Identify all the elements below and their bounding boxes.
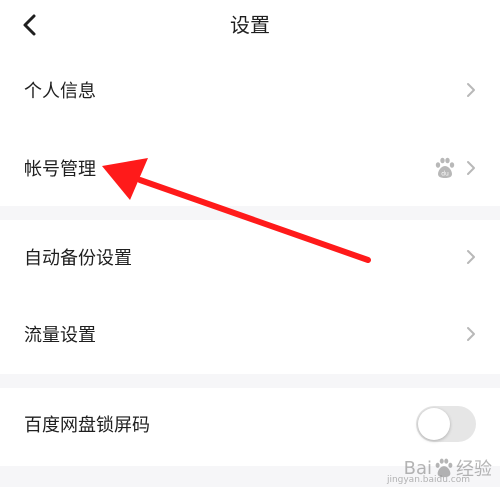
settings-item-auto-backup[interactable]: 自动备份设置	[0, 227, 500, 287]
settings-item-label: 百度网盘锁屏码	[24, 415, 150, 436]
chevron-right-icon	[467, 83, 475, 97]
settings-item-personal-info[interactable]: 个人信息	[0, 60, 500, 120]
header: 设置	[0, 0, 500, 50]
section-separator	[0, 374, 500, 388]
settings-item-label: 个人信息	[24, 81, 96, 102]
chevron-right-icon	[467, 250, 475, 264]
settings-item-account-management[interactable]: 帐号管理 du	[0, 138, 500, 198]
settings-item-label: 流量设置	[24, 325, 96, 346]
watermark-url: jingyan.baidu.com	[386, 475, 470, 485]
settings-screen: 设置 个人信息 帐号管理 du 自动备份设置 流量设置 百度网盘锁屏码 Bai …	[0, 0, 500, 487]
page-title: 设置	[230, 13, 270, 37]
lock-screen-toggle[interactable]	[416, 406, 476, 442]
baidu-paw-icon: du	[435, 157, 455, 178]
settings-item-label: 帐号管理	[24, 159, 96, 180]
settings-item-data-usage[interactable]: 流量设置	[0, 304, 500, 364]
toggle-knob	[418, 408, 450, 440]
chevron-right-icon	[467, 327, 475, 341]
section-separator	[0, 206, 500, 220]
chevron-right-icon	[467, 161, 475, 175]
settings-item-lock-screen-code: 百度网盘锁屏码	[0, 394, 500, 454]
settings-item-label: 自动备份设置	[24, 248, 132, 269]
svg-text:du: du	[441, 171, 449, 178]
